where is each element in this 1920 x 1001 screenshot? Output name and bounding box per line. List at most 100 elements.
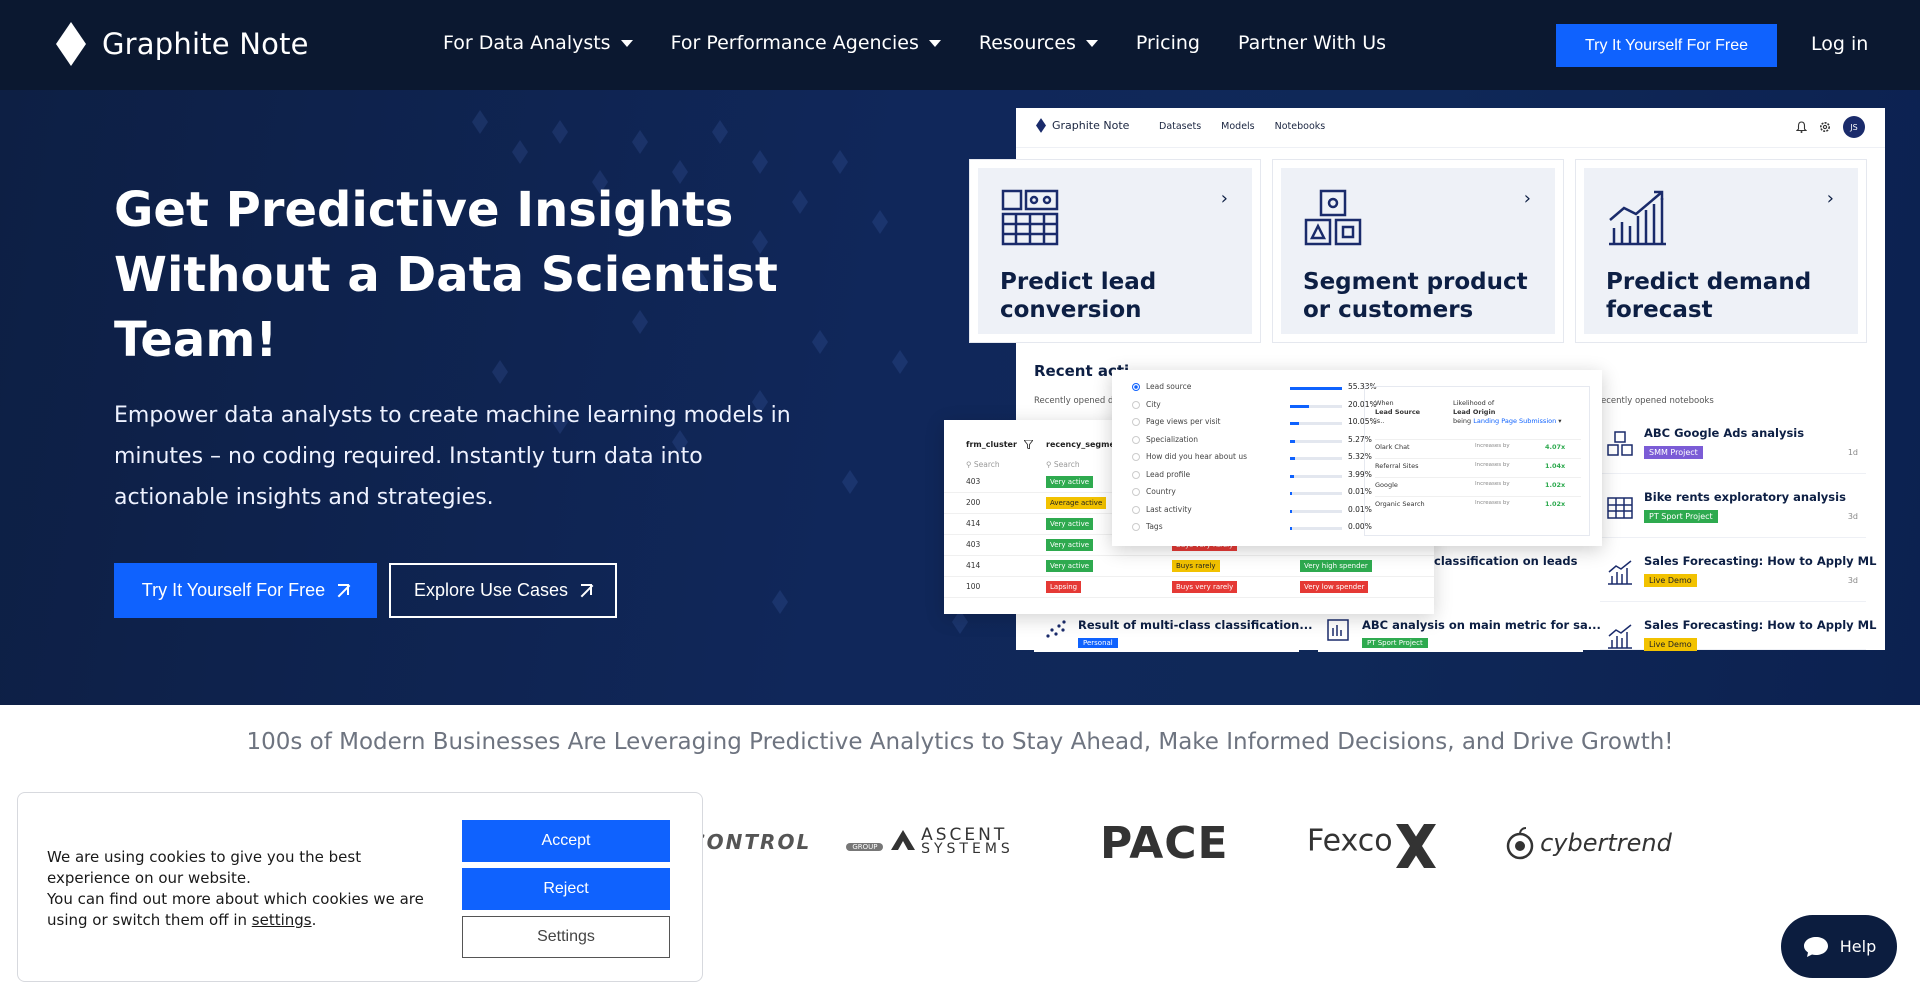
reject-cookies-button[interactable]: Reject: [462, 868, 670, 910]
importance-bar: [1290, 527, 1292, 530]
hero-headline: Get Predictive Insights Without a Data S…: [114, 182, 778, 368]
fexco-logo: Fexco: [1307, 822, 1438, 870]
nav-item-partner[interactable]: Partner With Us: [1238, 32, 1386, 54]
table-row: 100 Lapsing Buys very rarely Very low sp…: [944, 577, 1434, 598]
radio-icon: [1132, 488, 1140, 496]
explore-use-cases-button[interactable]: Explore Use Cases: [389, 563, 617, 618]
login-link[interactable]: Log in: [1811, 33, 1868, 55]
bar-trend-icon: [1608, 624, 1632, 649]
bar-trend-icon: [1609, 190, 1666, 246]
mockup-tab-notebooks: Notebooks: [1274, 121, 1326, 132]
driver-increase-label: Increases by: [1475, 481, 1510, 487]
status-badge: Buys rarely: [1172, 560, 1220, 572]
notebook-title: Bike rents exploratory analysis: [1644, 490, 1846, 504]
grid-chart-icon: [1001, 189, 1059, 246]
top-navigation: Graphite Note For Data Analysts For Perf…: [0, 0, 1920, 90]
accept-cookies-button[interactable]: Accept: [462, 820, 670, 862]
status-badge: Very active: [1046, 518, 1094, 530]
cookie-settings-link[interactable]: settings: [252, 911, 312, 929]
table-cell: 100: [966, 582, 981, 591]
card-title: Predict demand forecast: [1606, 269, 1812, 323]
status-badge: Average active: [1046, 497, 1107, 509]
mockup-tabs: Datasets Models Notebooks: [1159, 121, 1325, 132]
importance-bar: [1290, 492, 1292, 495]
key-drivers-target: Lead Origin: [1453, 408, 1496, 416]
mockup-topbar: Graphite Note Datasets Models Notebooks …: [1016, 108, 1885, 148]
dataset-tag: Personal: [1078, 638, 1118, 648]
key-drivers-likelihood: Likelihood of: [1453, 399, 1495, 407]
avatar: JS: [1843, 116, 1865, 138]
nav-item-performance-agencies[interactable]: For Performance Agencies: [671, 32, 941, 54]
importance-bar-track: [1290, 457, 1342, 460]
caret-down-icon: [1085, 39, 1098, 47]
notebook-title: Sales Forecasting: How to Apply ML: [1644, 618, 1877, 632]
caret-down-icon: [928, 39, 941, 47]
grid-chart-icon: [1607, 497, 1633, 519]
column-header: frm_cluster: [966, 440, 1017, 449]
brand-logo[interactable]: Graphite Note: [56, 22, 309, 66]
key-drivers-being-value: Landing Page Submission: [1473, 417, 1557, 425]
importance-bar-track: [1290, 439, 1342, 443]
button-label: Try It Yourself For Free: [141, 580, 326, 600]
mockup-tab-datasets: Datasets: [1159, 121, 1202, 132]
key-drivers-is: is..: [1375, 417, 1385, 425]
feature-label: Tags: [1146, 522, 1163, 531]
use-case-card-lead-conversion: › Predict lead conversion: [970, 160, 1260, 342]
dataset-title: Result of multi-class classification...: [1078, 618, 1313, 632]
feature-label: Page views per visit: [1146, 417, 1221, 426]
feature-label: How did you hear about us: [1146, 452, 1248, 461]
column-search: ⚲ Search: [1046, 460, 1080, 469]
notebook-tag: Live Demo: [1644, 638, 1697, 651]
card-title: Predict lead conversion: [1000, 269, 1157, 323]
mockup-tab-models: Models: [1221, 121, 1255, 132]
feature-row: Lead source 55.33%: [1132, 382, 1377, 399]
logo-text: ASCENT: [921, 825, 1008, 845]
dataset-title: ABC analysis on main metric for sa...: [1362, 618, 1601, 632]
table-cell: 414: [966, 519, 981, 528]
use-case-card-segment: › Segment product or customers: [1273, 160, 1563, 342]
importance-bar: [1290, 404, 1309, 408]
pace-logo: PACE: [1100, 818, 1229, 869]
cybertrend-logo: cybertrend: [1505, 826, 1672, 860]
importance-bar: [1290, 422, 1300, 425]
key-drivers-being: being Landing Page Submission ▾: [1453, 417, 1562, 425]
status-badge: Buys very rarely: [1172, 581, 1238, 593]
radio-selected-icon: [1132, 383, 1140, 391]
card-title: Segment product or customers: [1303, 269, 1528, 323]
feature-label: Country: [1146, 487, 1176, 496]
segment-blocks-icon: [1607, 431, 1633, 456]
notebook-item: Sales Forecasting: How to Apply ML Live …: [1600, 546, 1876, 602]
nav-item-pricing[interactable]: Pricing: [1136, 32, 1200, 54]
dataset-tag: PT Sport Project: [1362, 638, 1428, 648]
notebook-time: 3d: [1847, 512, 1858, 521]
cookie-message-line-1: We are using cookies to give you the bes…: [47, 848, 362, 887]
logo-text: CONTROL: [690, 830, 812, 854]
try-free-nav-button[interactable]: Try It Yourself For Free: [1556, 24, 1777, 67]
table-cell: 403: [966, 540, 981, 549]
importance-bar-track: [1290, 509, 1342, 513]
cookie-settings-button[interactable]: Settings: [462, 916, 670, 958]
brand-name: Graphite Note: [102, 27, 309, 61]
table-cell: 403: [966, 477, 981, 486]
importance-bar-track: [1290, 527, 1342, 530]
nav-item-data-analysts[interactable]: For Data Analysts: [443, 32, 633, 54]
driver-row: Olark Chat Increases by 4.07x: [1375, 439, 1581, 453]
help-chat-button[interactable]: Help: [1781, 915, 1897, 978]
feature-row: Lead profile 3.99%: [1132, 470, 1372, 487]
driver-increase-label: Increases by: [1475, 443, 1510, 449]
feature-row: Country 0.01%: [1132, 487, 1372, 504]
notebook-title: Sales Forecasting: How to Apply ML: [1644, 554, 1877, 568]
search-label: Search: [973, 460, 1000, 469]
cookie-message-line-2: You can find out more about which cookie…: [47, 890, 424, 929]
mockup-toolbar-icons: JS: [1796, 116, 1865, 138]
status-badge: Very active: [1046, 476, 1094, 488]
logo-text: PACE: [1100, 818, 1229, 869]
button-label: Explore Use Cases: [413, 580, 569, 600]
radio-icon: [1132, 470, 1140, 479]
filter-icon: [1024, 440, 1033, 449]
try-free-hero-button[interactable]: Try It Yourself For Free: [114, 563, 377, 618]
importance-bar-track: [1290, 492, 1342, 495]
feature-row: How did you hear about us 5.32%: [1132, 452, 1372, 469]
nav-item-resources[interactable]: Resources: [979, 32, 1098, 54]
driver-label: Olark Chat: [1375, 443, 1410, 451]
